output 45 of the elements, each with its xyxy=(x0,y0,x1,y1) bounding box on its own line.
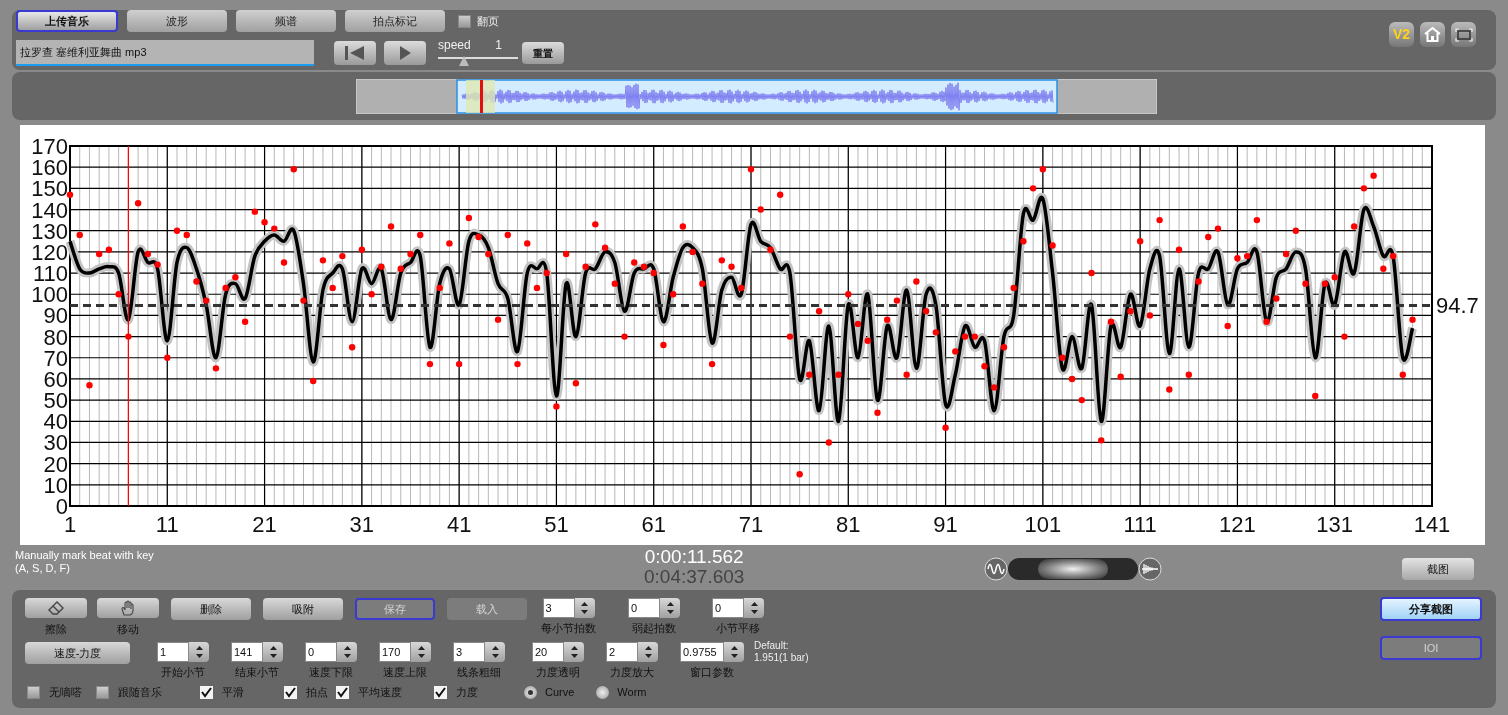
field-label: 小节平移 xyxy=(716,621,760,636)
checkbox-label: 拍点 xyxy=(306,684,328,700)
x-tick-label: 51 xyxy=(544,512,569,537)
x-tick-label: 141 xyxy=(1413,512,1451,537)
x-tick-label: 111 xyxy=(1123,512,1157,537)
checkbox-label: 力度 xyxy=(456,684,478,700)
current-time: 0:00:11.562 xyxy=(644,547,744,567)
x-tick-label: 11 xyxy=(155,512,179,537)
field-label: 线条粗细 xyxy=(457,665,501,680)
checkbox-label: 翻页 xyxy=(477,13,499,29)
x-tick-label: 91 xyxy=(933,512,958,537)
radio-label: Curve xyxy=(545,684,575,700)
field-label: 开始小节 xyxy=(161,665,205,680)
speed-value: 1 xyxy=(495,38,502,52)
x-tick-label: 61 xyxy=(641,512,666,537)
field-label: 力度透明 xyxy=(536,665,580,680)
hint-text: (A, S, D, F) xyxy=(15,562,71,575)
speed-label: speed xyxy=(438,38,471,52)
checkbox-label: 无嘀嗒 xyxy=(49,684,82,700)
field-label: 力度放大 xyxy=(610,665,654,680)
field-label: 每小节拍数 xyxy=(541,621,596,636)
default-note: Default: xyxy=(754,640,790,652)
average-value: 94.7 xyxy=(1436,293,1479,319)
x-tick-label: 81 xyxy=(836,512,861,537)
x-tick-label: 31 xyxy=(349,512,375,537)
field-label: 窗口参数 xyxy=(690,665,734,680)
field-label: 速度上限 xyxy=(383,665,427,680)
x-tick-label: 41 xyxy=(446,512,472,537)
hint-text: Manually mark beat with key xyxy=(15,549,155,562)
total-time: 0:04:37.603 xyxy=(644,567,745,587)
radio-label: Worm xyxy=(617,684,647,700)
default-note: 1.951(1 bar) xyxy=(754,652,809,664)
checkbox-label: 跟随音乐 xyxy=(118,684,162,700)
tool-label: 擦除 xyxy=(45,622,67,637)
x-tick-label: 21 xyxy=(252,512,277,537)
tool-label: 移动 xyxy=(117,622,139,637)
field-label: 弱起拍数 xyxy=(632,621,676,636)
x-tick-label: 121 xyxy=(1219,512,1256,537)
checkbox-label: 平均速度 xyxy=(358,684,402,700)
x-tick-label: 131 xyxy=(1316,512,1354,537)
x-tick-label: 101 xyxy=(1024,512,1062,537)
x-tick-label: 71 xyxy=(738,512,764,537)
field-label: 速度下限 xyxy=(309,665,353,680)
checkbox-label: 平滑 xyxy=(222,684,244,700)
field-label: 结束小节 xyxy=(235,665,279,680)
